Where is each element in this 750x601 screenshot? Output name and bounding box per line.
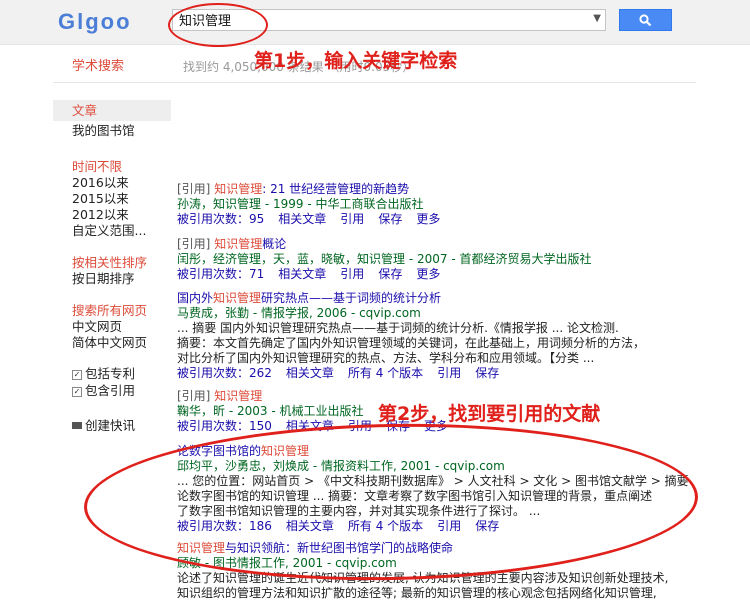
result-title[interactable]: 国内外知识管理研究热点——基于词频的统计分析 [177,291,697,306]
divider [53,82,696,83]
cited-by-link[interactable]: 被引用次数：95 [177,212,264,226]
create-alert-label: 创建快讯 [85,418,136,433]
result-item: [引用] 知识管理: 21 世纪经营管理的新趋势 孙涛，知识管理 - 1999 … [177,182,697,227]
envelope-icon [72,422,82,429]
title-highlight: 知识管理 [214,389,263,403]
include-patents-label: 包括专利 [85,366,136,381]
result-snippet: ... 摘要 国内外知识管理研究热点——基于词频的统计分析.《情报学报 ... … [177,321,619,335]
sidebar-item-search-all[interactable]: 搜索所有网页 [53,303,171,319]
check-icon: ✓ [72,370,82,380]
scholar-label[interactable]: 学术搜索 [72,55,124,74]
annotation-oval-search [168,3,268,47]
sidebar-item-time-any[interactable]: 时间不限 [53,159,171,175]
cited-by-link[interactable]: 被引用次数：150 [177,419,272,433]
versions-link[interactable]: 所有 4 个版本 [348,366,423,380]
related-link[interactable]: 相关文章 [286,366,334,380]
annotation-step1: 第1步，输入关键字检索 [254,50,458,72]
sidebar-item-since-2016[interactable]: 2016以来 [53,175,171,191]
related-link[interactable]: 相关文章 [278,267,326,281]
title-text: 研究热点——基于词频的统计分析 [261,291,442,305]
citation-tag: [引用] [177,389,211,403]
result-snippet: 摘要：本文首先确定了国内外知识管理领域的关键词，在此基础上，用词频分析的方法， [177,336,646,350]
result-title[interactable]: [引用] 知识管理: 21 世纪经营管理的新趋势 [177,182,697,197]
title-text: 概论 [262,237,287,251]
create-alert-button[interactable]: 创建快讯 [53,417,171,434]
cite-link[interactable]: 引用 [340,212,364,226]
save-link[interactable]: 保存 [475,366,499,380]
logo[interactable]: Glgoo [58,9,132,35]
result-snippet: 知识组织的管理方法和知识扩散的途径等; 最新的知识管理的核心观念包括网络化知识管… [177,586,657,600]
include-patents-checkbox[interactable]: ✓ 包括专利 [53,365,171,382]
result-title[interactable]: [引用] 知识管理概论 [177,237,697,252]
result-source: 马费成，张勤 - 情报学报, 2006 - cqvip.com [177,306,421,320]
search-button[interactable] [619,9,672,31]
more-link[interactable]: 更多 [416,267,440,281]
sidebar-item-custom-range[interactable]: 自定义范围... [53,223,171,239]
result-links: 被引用次数：71 相关文章 引用 保存 更多 [177,267,697,282]
save-link[interactable]: 保存 [378,212,402,226]
include-citations-label: 包含引用 [85,383,136,398]
result-source: 闰彤，经济管理，天，蓝，晓敏，知识管理 - 2007 - 首都经济贸易大学出版社 [177,252,592,266]
result-item: [引用] 知识管理概论 闰彤，经济管理，天，蓝，晓敏，知识管理 - 2007 -… [177,237,697,282]
sidebar-item-articles[interactable]: 文章 [53,100,171,121]
chevron-down-icon[interactable]: ▼ [593,13,601,24]
check-icon: ✓ [72,387,82,397]
sidebar-item-sort-date[interactable]: 按日期排序 [53,271,171,287]
sidebar-item-since-2015[interactable]: 2015以来 [53,191,171,207]
result-links: 被引用次数：262 相关文章 所有 4 个版本 引用 保存 [177,366,697,381]
result-source: 孙涛，知识管理 - 1999 - 中华工商联合出版社 [177,197,424,211]
annotation-step2: 第2步，找到要引用的文献 [378,403,601,425]
top-bar: Glgoo ▼ [0,0,750,45]
include-citations-checkbox[interactable]: ✓ 包含引用 [53,382,171,399]
citation-tag: [引用] [177,237,211,251]
cite-link[interactable]: 引用 [437,366,461,380]
sidebar-item-my-library[interactable]: 我的图书馆 [53,123,171,139]
result-links: 被引用次数：95 相关文章 引用 保存 更多 [177,212,697,227]
title-text: 国内外 [177,291,214,305]
cite-link[interactable]: 引用 [340,267,364,281]
title-highlight: 知识管理 [213,291,262,305]
title-text: : 21 世纪经营管理的新趋势 [262,182,410,196]
cited-by-link[interactable]: 被引用次数：71 [177,267,264,281]
sidebar-item-simplified-web[interactable]: 简体中文网页 [53,335,171,351]
cited-by-link[interactable]: 被引用次数：262 [177,366,272,380]
save-link[interactable]: 保存 [378,267,402,281]
sidebar-item-sort-relevance[interactable]: 按相关性排序 [53,255,171,271]
sidebar-item-since-2012[interactable]: 2012以来 [53,207,171,223]
more-link[interactable]: 更多 [416,212,440,226]
sidebar: 文章 我的图书馆 时间不限 2016以来 2015以来 2012以来 自定义范围… [53,100,171,434]
title-highlight: 知识管理 [214,182,263,196]
related-link[interactable]: 相关文章 [278,212,326,226]
citation-tag: [引用] [177,182,211,196]
result-item: 国内外知识管理研究热点——基于词频的统计分析 马费成，张勤 - 情报学报, 20… [177,291,697,381]
sidebar-item-chinese-web[interactable]: 中文网页 [53,319,171,335]
result-snippet: 对比分析了国内外知识管理研究的热点、方法、学科分布和应用领域。【分类 ... [177,351,595,365]
search-icon [639,14,652,27]
title-highlight: 知识管理 [214,237,263,251]
